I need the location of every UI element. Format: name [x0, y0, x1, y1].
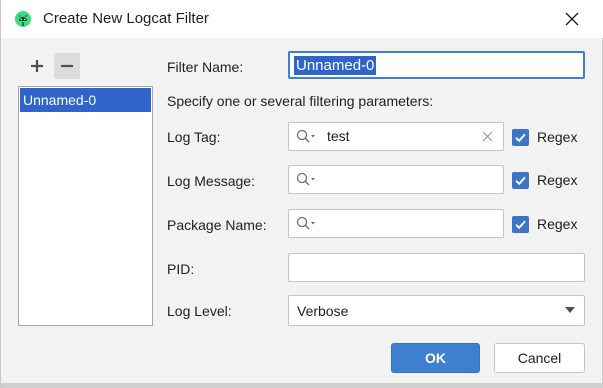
close-button[interactable]	[553, 4, 591, 34]
log-message-label: Log Message:	[167, 173, 255, 189]
regex-label: Regex	[537, 216, 578, 232]
add-filter-button[interactable]	[24, 53, 50, 79]
logcat-filter-dialog: Create New Logcat Filter Unnamed-0 Filte…	[0, 0, 603, 388]
regex-label: Regex	[537, 172, 578, 188]
filter-name-value: Unnamed-0	[294, 56, 377, 75]
log-message-field[interactable]	[288, 165, 504, 194]
cancel-button[interactable]: Cancel	[494, 343, 585, 373]
background-window-edge	[1, 383, 603, 388]
filter-list[interactable]: Unnamed-0	[18, 86, 153, 326]
search-icon	[296, 172, 315, 186]
checkmark-icon	[515, 220, 526, 230]
log-level-select[interactable]: Verbose	[288, 295, 585, 326]
dialog-title: Create New Logcat Filter	[43, 10, 209, 27]
search-icon	[296, 216, 315, 230]
pid-field[interactable]	[288, 253, 585, 282]
title-bar: Create New Logcat Filter	[1, 0, 603, 38]
list-item[interactable]: Unnamed-0	[20, 88, 151, 112]
checkbox-checked[interactable]	[512, 216, 529, 233]
android-icon	[15, 11, 31, 27]
package-name-field[interactable]	[288, 209, 504, 238]
pid-label: PID:	[167, 261, 195, 277]
search-icon	[296, 129, 315, 143]
checkmark-icon	[515, 133, 526, 143]
log-level-value: Verbose	[297, 303, 349, 319]
remove-filter-button[interactable]	[54, 53, 80, 79]
filter-name-field[interactable]: Unnamed-0	[288, 51, 585, 79]
dropdown-arrow-icon	[565, 307, 575, 313]
minus-icon	[61, 64, 73, 68]
log-level-label: Log Level:	[167, 303, 232, 319]
clear-icon[interactable]	[481, 130, 494, 143]
package-name-label: Package Name:	[167, 217, 267, 233]
instructions-text: Specify one or several filtering paramet…	[167, 93, 434, 109]
close-icon	[565, 12, 579, 26]
checkmark-icon	[515, 176, 526, 186]
regex-label: Regex	[537, 129, 578, 145]
log-tag-value: test	[327, 128, 350, 144]
checkbox-checked[interactable]	[512, 172, 529, 189]
ok-button[interactable]: OK	[391, 343, 480, 373]
filter-name-label: Filter Name:	[167, 59, 244, 75]
log-tag-field[interactable]: test	[288, 122, 504, 151]
checkbox-checked[interactable]	[512, 129, 529, 146]
log-tag-label: Log Tag:	[167, 129, 221, 145]
plus-icon	[31, 60, 43, 72]
